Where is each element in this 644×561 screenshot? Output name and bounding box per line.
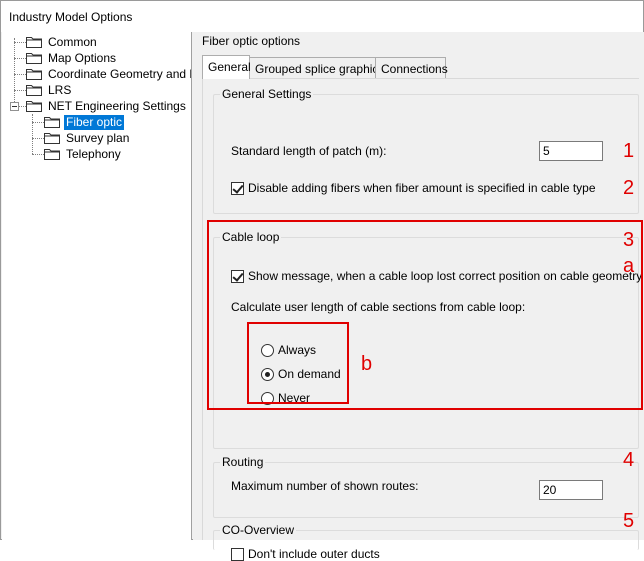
radio-group-highlight <box>247 322 349 404</box>
folder-icon <box>44 132 60 144</box>
tree-item-survey-plan[interactable]: Survey plan <box>44 130 131 146</box>
tree-item-label: Map Options <box>48 50 117 65</box>
title-bar: Industry Model Options <box>1 1 643 32</box>
tree-item-coordinate-geometry[interactable]: Coordinate Geometry and Dime <box>26 66 191 82</box>
folder-icon <box>26 52 42 64</box>
folder-icon <box>44 116 60 128</box>
annotation-marker-2: 2 <box>623 177 635 199</box>
tree-item-net-engineering[interactable]: NET Engineering Settings <box>26 98 188 114</box>
tree-item-map-options[interactable]: Map Options <box>26 50 118 66</box>
tree-item-lrs[interactable]: LRS <box>26 82 73 98</box>
tree-line <box>19 106 26 107</box>
outer-ducts-checkbox[interactable] <box>231 548 244 561</box>
tree-item-common[interactable]: Common <box>26 34 99 50</box>
tree-item-label: Coordinate Geometry and Dime <box>48 66 191 81</box>
pane-title: Fiber optic options <box>202 34 301 48</box>
collapse-expander[interactable] <box>10 102 19 111</box>
tree-line <box>14 38 15 106</box>
folder-icon <box>26 84 42 96</box>
patch-length-label: Standard length of patch (m): <box>231 144 387 158</box>
tree-line <box>32 114 33 154</box>
folder-icon <box>26 68 42 80</box>
folder-icon <box>26 36 42 48</box>
tab-grouped-splice-graphics[interactable]: Grouped splice graphics <box>249 57 384 79</box>
tree-item-label: NET Engineering Settings <box>48 98 186 113</box>
tree-item-label: Survey plan <box>66 130 130 145</box>
tab-general[interactable]: General <box>202 55 251 79</box>
disable-fibers-label: Disable adding fibers when fiber amount … <box>248 181 596 195</box>
general-settings-group: General Settings Standard length of patc… <box>213 87 639 214</box>
general-settings-title: General Settings <box>220 87 314 101</box>
tree-line <box>14 42 26 43</box>
annotation-marker-a: a <box>623 255 635 277</box>
window-title: Industry Model Options <box>9 10 133 24</box>
co-overview-group: CO-Overview Don't include outer ducts <box>213 523 639 561</box>
routing-title: Routing <box>220 455 266 469</box>
options-tree: Common Map Options Coordinate Geometry a… <box>2 32 192 540</box>
tree-item-label: LRS <box>48 82 72 97</box>
annotation-marker-5: 5 <box>623 510 635 532</box>
routing-group: Routing Maximum number of shown routes: <box>213 455 639 518</box>
outer-ducts-label: Don't include outer ducts <box>248 547 380 561</box>
tree-item-label: Common <box>48 34 97 49</box>
annotation-marker-1: 1 <box>623 140 635 162</box>
tab-connections[interactable]: Connections <box>375 57 448 79</box>
tree-line <box>32 122 44 123</box>
annotation-marker-4: 4 <box>623 449 635 471</box>
annotation-marker-3: 3 <box>623 229 635 251</box>
tree-line <box>14 74 26 75</box>
tree-item-telephony[interactable]: Telephony <box>44 146 123 162</box>
folder-icon <box>26 100 42 112</box>
tree-line <box>14 90 26 91</box>
co-overview-title: CO-Overview <box>220 523 297 537</box>
tree-item-fiber-optic[interactable]: Fiber optic <box>44 114 125 130</box>
max-routes-label: Maximum number of shown routes: <box>231 479 419 493</box>
max-routes-input[interactable] <box>539 480 603 500</box>
folder-icon <box>44 148 60 160</box>
tree-item-label: Fiber optic <box>64 114 125 130</box>
tree-line <box>32 138 44 139</box>
disable-fibers-checkbox[interactable] <box>231 182 244 195</box>
tree-line <box>32 154 44 155</box>
tree-line <box>14 58 26 59</box>
patch-length-input[interactable] <box>539 141 603 161</box>
annotation-marker-b: b <box>361 353 373 375</box>
options-window: Industry Model Options Common Map Option… <box>0 0 644 561</box>
tree-item-label: Telephony <box>66 146 121 161</box>
